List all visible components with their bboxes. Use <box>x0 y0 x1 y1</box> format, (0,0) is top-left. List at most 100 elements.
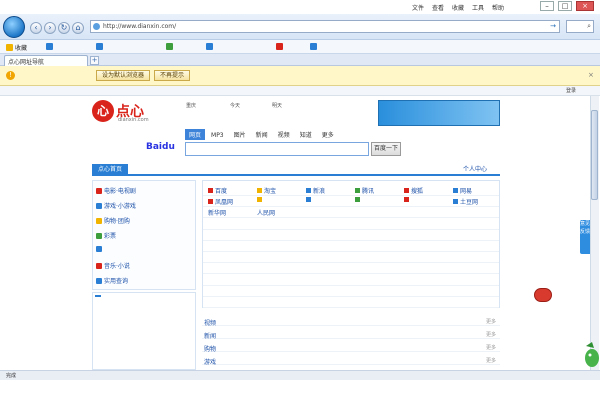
more-link[interactable]: 更多 <box>486 318 496 325</box>
news-tab[interactable] <box>167 295 173 297</box>
search-tab-web[interactable]: 网页 <box>185 129 206 140</box>
site-link[interactable]: 网易 <box>453 186 501 195</box>
default-browser-infobar: ! <box>0 66 600 86</box>
site-favicon-icon <box>257 188 262 193</box>
grid-row-divider <box>203 195 499 196</box>
category-row-label[interactable]: 购物 <box>204 344 216 353</box>
address-text: http://www.dianxin.com/ <box>103 23 177 30</box>
browser-logo-icon <box>3 16 25 38</box>
menu-favorites[interactable]: 收藏 <box>452 3 464 12</box>
status-text: 完成 <box>6 373 17 379</box>
minimize-icon[interactable]: – <box>540 1 554 11</box>
nav-tab-home[interactable]: 点心首页 <box>92 164 128 176</box>
scrollbar-thumb[interactable] <box>591 110 598 200</box>
infobar-close-icon[interactable]: × <box>588 71 594 79</box>
weather-tomorrow: 明天 <box>272 103 283 109</box>
nav-tab[interactable] <box>176 164 212 176</box>
refresh-icon[interactable]: ↻ <box>58 22 70 34</box>
address-input[interactable]: http://www.dianxin.com/ → <box>90 20 560 33</box>
menu-file[interactable]: 文件 <box>412 3 424 12</box>
search-tab-more[interactable]: 更多 <box>318 129 338 140</box>
weather-location[interactable]: 重庆 <box>186 103 196 110</box>
web-search-input[interactable] <box>185 142 369 156</box>
site-link[interactable]: 淘宝 <box>257 186 305 195</box>
favorites-item[interactable] <box>276 43 285 51</box>
site-link[interactable]: 新华网 <box>208 208 256 217</box>
site-nav-strip: 点心首页 个人中心 <box>92 164 500 176</box>
site-link[interactable] <box>257 197 305 204</box>
site-favicon-icon <box>306 188 311 193</box>
site-link[interactable]: 搜狐 <box>404 186 452 195</box>
nav-tab[interactable] <box>134 164 170 176</box>
more-link[interactable]: 更多 <box>486 357 496 364</box>
grid-row-divider <box>203 307 499 308</box>
search-tab-zhidao[interactable]: 知道 <box>296 129 316 140</box>
sidebar-category[interactable]: 购物·团购 <box>96 216 130 225</box>
search-box[interactable]: ⌕ <box>566 20 594 33</box>
sidebar-category[interactable]: 音乐·小说 <box>96 261 130 270</box>
search-button[interactable]: 百度一下 <box>371 142 401 156</box>
search-tab-news[interactable]: 新闻 <box>252 129 272 140</box>
grid-row-divider <box>203 228 499 230</box>
favorites-item[interactable] <box>166 43 175 51</box>
banner-ad[interactable] <box>378 100 500 126</box>
close-icon[interactable]: × <box>576 1 594 11</box>
grid-row-divider <box>203 273 499 275</box>
sidebar-category[interactable]: 彩票 <box>96 231 116 240</box>
search-tab-mp3[interactable]: MP3 <box>207 131 228 140</box>
site-icon <box>46 43 53 50</box>
feedback-tab[interactable]: 意见反馈 <box>580 220 590 254</box>
site-link[interactable]: 土豆网 <box>453 197 501 206</box>
news-tab[interactable] <box>119 295 125 297</box>
site-favicon-icon <box>453 199 458 205</box>
new-tab-icon[interactable]: + <box>90 56 99 65</box>
sidebar-category[interactable] <box>96 246 104 253</box>
site-link[interactable] <box>355 197 403 204</box>
browser-tab[interactable]: 点心网址导航 <box>4 55 88 66</box>
category-icon <box>96 278 102 284</box>
more-link[interactable]: 更多 <box>486 331 496 338</box>
news-tab[interactable] <box>95 295 101 297</box>
site-link[interactable]: 人民网 <box>257 208 305 217</box>
nav-tab-personal[interactable]: 个人中心 <box>452 164 498 176</box>
category-row-label[interactable]: 新闻 <box>204 331 216 340</box>
sidebar-category[interactable]: 电影·电视剧 <box>96 186 136 195</box>
sidebar-category[interactable]: 游戏·小游戏 <box>96 201 136 210</box>
category-row-label[interactable]: 游戏 <box>204 357 216 366</box>
site-link[interactable]: 腾讯 <box>355 186 403 195</box>
search-tab-video[interactable]: 视频 <box>274 129 294 140</box>
site-link[interactable] <box>306 197 354 204</box>
menu-tools[interactable]: 工具 <box>472 3 484 12</box>
site-logo[interactable]: 心 点心 dianxin.com <box>92 100 172 124</box>
favorites-item[interactable] <box>206 43 215 51</box>
dismiss-button[interactable]: 不再提示 <box>154 70 191 81</box>
back-icon[interactable]: ‹ <box>30 22 42 34</box>
site-link[interactable]: 凤凰网 <box>208 197 256 206</box>
set-default-button[interactable]: 设为默认浏览器 <box>96 70 151 81</box>
favorites-item[interactable] <box>310 43 319 51</box>
favorites-item[interactable] <box>96 43 105 51</box>
category-row-label[interactable]: 视频 <box>204 318 216 327</box>
more-link[interactable]: 更多 <box>486 344 496 351</box>
site-link[interactable]: 新浪 <box>306 186 354 195</box>
site-link[interactable]: 百度 <box>208 186 256 195</box>
site-icon <box>96 43 103 50</box>
search-extra-links <box>408 145 411 151</box>
go-icon[interactable]: → <box>550 22 556 30</box>
home-icon[interactable]: ⌂ <box>72 22 84 34</box>
search-type-tabs: 网页 MP3 图片 新闻 视频 知道 更多 <box>185 129 340 140</box>
maximize-icon[interactable]: □ <box>558 1 572 11</box>
search-tab-images[interactable]: 图片 <box>230 129 250 140</box>
login-link[interactable]: 登录 <box>566 87 576 94</box>
forward-icon[interactable]: › <box>44 22 56 34</box>
site-link[interactable] <box>404 197 452 204</box>
menu-help[interactable]: 帮助 <box>492 3 504 12</box>
news-bubble-icon[interactable] <box>534 288 552 302</box>
favorites-item[interactable] <box>46 43 55 51</box>
favorites-item[interactable]: 收藏 <box>6 43 27 52</box>
baidu-logo: Baidu <box>146 142 175 152</box>
menu-view[interactable]: 查看 <box>432 3 444 12</box>
mascot-icon[interactable] <box>582 340 600 368</box>
news-tab[interactable] <box>143 295 149 297</box>
sidebar-category[interactable]: 实用查询 <box>96 276 128 285</box>
